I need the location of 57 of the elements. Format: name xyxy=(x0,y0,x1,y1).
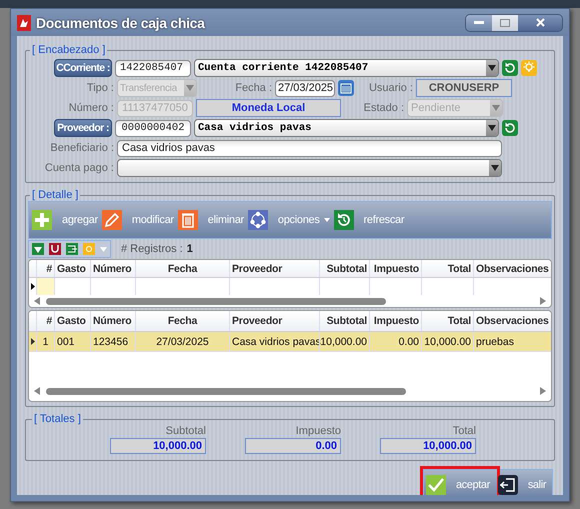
user-field: CRONUSERP xyxy=(416,79,512,97)
column-header[interactable]: Subtotal xyxy=(319,311,369,331)
column-header[interactable]: # xyxy=(36,260,54,277)
table-cell: 10,000.00 xyxy=(421,332,473,351)
column-header[interactable]: Total xyxy=(421,260,473,277)
panel-title: [ Encabezado ] xyxy=(31,44,106,56)
total-field: 10,000.00 xyxy=(380,438,476,454)
column-header[interactable]: Impuesto xyxy=(369,260,421,277)
column-header[interactable]: Número xyxy=(90,260,135,277)
total-field: 0.00 xyxy=(245,438,341,454)
total-label: Impuesto xyxy=(296,425,341,437)
beneficiary-field[interactable]: Casa vidrios pavas xyxy=(117,140,502,156)
column-header[interactable]: Número xyxy=(90,311,135,331)
column-header[interactable]: Gasto xyxy=(54,311,90,331)
column-header[interactable]: Observaciones xyxy=(473,260,551,277)
field-label: Fecha : xyxy=(234,82,272,94)
column-header[interactable]: Fecha xyxy=(135,260,229,277)
account-button[interactable]: CCorriente : xyxy=(54,59,112,77)
column-header[interactable]: Proveedor xyxy=(229,260,319,277)
field-label: Estado : xyxy=(362,102,404,114)
table-cell: 123456 xyxy=(90,332,135,351)
date-field[interactable]: 27/03/2025 xyxy=(275,80,335,96)
column-header[interactable]: Subtotal xyxy=(319,260,369,277)
supplier-code-field[interactable]: 0000000402 xyxy=(115,120,191,136)
column-header[interactable]: Proveedor xyxy=(229,311,319,331)
field-label: Cuenta pago : xyxy=(44,162,114,174)
table-cell: 0.00 xyxy=(369,332,421,351)
account-dropdown[interactable]: Cuenta corriente 1422085407 xyxy=(194,59,499,77)
table-cell: pruebas xyxy=(473,332,551,351)
account-code-field[interactable]: 1422085407 xyxy=(115,60,191,76)
table-cell: 10,000.00 xyxy=(319,332,369,351)
column-header[interactable]: Observaciones xyxy=(473,311,551,331)
table-cell: 27/03/2025 xyxy=(135,332,229,351)
records-count: 1 xyxy=(186,243,193,255)
records-label: # Registros : xyxy=(121,243,183,255)
total-field: 10,000.00 xyxy=(110,438,206,454)
column-header[interactable]: Total xyxy=(421,311,473,331)
panel-title: [ Totales ] xyxy=(33,413,82,425)
column-header[interactable]: Gasto xyxy=(54,260,90,277)
field-label: Usuario : xyxy=(368,82,413,94)
currency-field: Moneda Local xyxy=(196,99,341,117)
table-cell: 001 xyxy=(54,332,90,351)
window-title: Documentos de caja chica xyxy=(36,14,206,30)
field-label: Número : xyxy=(68,102,114,114)
field-label: Beneficiario : xyxy=(49,142,114,154)
column-header[interactable]: # xyxy=(36,311,54,331)
total-label: Subtotal xyxy=(166,425,206,437)
panel-title: [ Detalle ] xyxy=(31,189,80,201)
column-header[interactable]: Impuesto xyxy=(369,311,421,331)
table-cell: 1 xyxy=(36,332,54,351)
table-row[interactable]: 1 001 123456 27/03/2025 Casa vidrios pavas10,000.00 0.00 10,000.00 pruebas xyxy=(29,332,551,352)
field-label: Tipo : xyxy=(86,82,114,94)
supplier-button[interactable]: Proveedor : xyxy=(54,119,112,137)
total-label: Total xyxy=(452,425,476,437)
table-cell: Casa vidrios pavas xyxy=(229,332,319,351)
supplier-dropdown[interactable]: Casa vidrios pavas xyxy=(194,119,499,137)
column-header[interactable]: Fecha xyxy=(135,311,229,331)
